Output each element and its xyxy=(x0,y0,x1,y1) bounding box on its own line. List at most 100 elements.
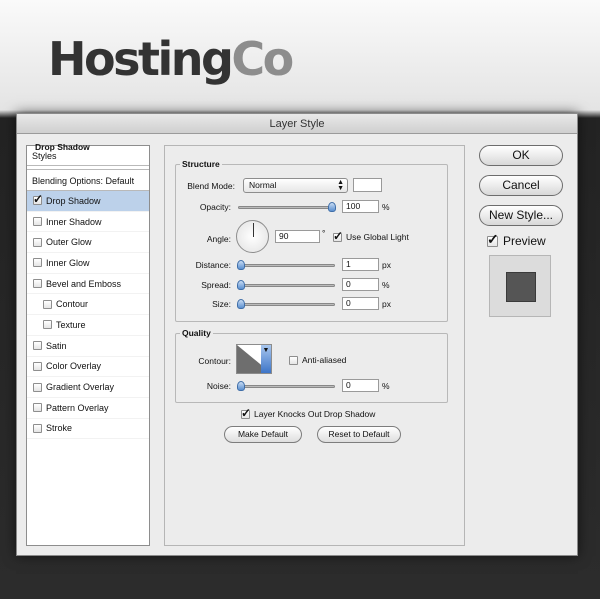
style-item-checkbox[interactable] xyxy=(33,403,42,413)
angle-dial[interactable] xyxy=(236,220,269,253)
make-default-button[interactable]: Make Default xyxy=(224,426,302,443)
blend-mode-label: Blend Mode: xyxy=(187,181,235,191)
logo-text-hosting: Hosting xyxy=(48,32,234,86)
noise-slider[interactable] xyxy=(237,381,335,391)
noise-input[interactable]: 0 xyxy=(342,379,379,392)
new-style-button[interactable]: New Style... xyxy=(479,205,563,226)
opacity-input[interactable]: 100 xyxy=(342,200,379,213)
preview-checkbox[interactable] xyxy=(487,231,499,248)
style-item-outer-glow[interactable]: Outer Glow xyxy=(27,232,149,254)
dialog-title: Layer Style xyxy=(17,114,577,134)
style-item-bevel-and-emboss[interactable]: Bevel and Emboss xyxy=(27,274,149,295)
style-item-label: Color Overlay xyxy=(46,361,102,372)
knockout-option[interactable]: Layer Knocks Out Drop Shadow xyxy=(241,406,376,420)
select-arrows-icon: ▲ ▼ xyxy=(337,179,344,192)
style-item-pattern-overlay[interactable]: Pattern Overlay xyxy=(27,398,149,419)
size-label: Size: xyxy=(212,299,231,309)
logo-text-co: Co xyxy=(231,32,294,86)
style-item-color-overlay[interactable]: Color Overlay xyxy=(27,357,149,378)
distance-input[interactable]: 1 xyxy=(342,258,379,271)
quality-group: Quality xyxy=(175,328,448,403)
spread-input[interactable]: 0 xyxy=(342,278,379,291)
style-item-checkbox[interactable] xyxy=(43,299,52,309)
style-item-checkbox[interactable] xyxy=(33,192,43,206)
style-item-label: Contour xyxy=(56,299,89,310)
angle-input[interactable]: 90 xyxy=(275,230,320,243)
style-item-label: Inner Glow xyxy=(46,257,90,268)
style-item-checkbox[interactable] xyxy=(33,258,42,268)
blending-options-item[interactable]: Blending Options: Default xyxy=(27,169,149,191)
anti-aliased-option[interactable]: Anti-aliased xyxy=(289,355,346,365)
style-item-checkbox[interactable] xyxy=(33,237,42,247)
ok-button[interactable]: OK xyxy=(479,145,563,166)
style-item-inner-glow[interactable]: Inner Glow xyxy=(27,253,149,274)
angle-label: Angle: xyxy=(206,234,231,244)
opacity-label: Opacity: xyxy=(199,202,231,212)
style-item-checkbox[interactable] xyxy=(33,382,42,392)
anti-aliased-checkbox[interactable] xyxy=(289,355,298,365)
hostingco-logo: HostingCo xyxy=(48,32,294,86)
quality-label: Quality xyxy=(180,328,213,338)
noise-label: Noise: xyxy=(206,381,231,391)
layer-style-dialog: Layer Style Styles Blending Options: Def… xyxy=(16,113,578,556)
style-item-label: Drop Shadow xyxy=(46,195,101,206)
opacity-slider[interactable] xyxy=(238,202,336,212)
style-item-checkbox[interactable] xyxy=(33,217,42,227)
spread-unit: % xyxy=(382,280,390,290)
noise-unit: % xyxy=(382,381,390,391)
opacity-slider-thumb[interactable] xyxy=(328,202,336,212)
size-slider-thumb[interactable] xyxy=(237,299,245,309)
style-item-label: Pattern Overlay xyxy=(46,402,109,413)
contour-label: Contour: xyxy=(198,356,231,366)
style-item-inner-shadow[interactable]: Inner Shadow xyxy=(27,212,149,233)
style-item-label: Texture xyxy=(56,319,86,330)
contour-picker[interactable]: ▼ xyxy=(236,344,272,374)
style-item-gradient-overlay[interactable]: Gradient Overlay xyxy=(27,377,149,398)
cancel-button[interactable]: Cancel xyxy=(479,175,563,196)
style-item-checkbox[interactable] xyxy=(43,320,52,330)
distance-slider-thumb[interactable] xyxy=(237,260,245,270)
style-item-checkbox[interactable] xyxy=(33,423,42,433)
angle-unit: ° xyxy=(322,228,326,238)
contour-dropdown-arrow-icon[interactable]: ▼ xyxy=(261,345,271,373)
blend-mode-select[interactable]: Normal ▲ ▼ xyxy=(243,178,348,193)
preview-option[interactable]: Preview xyxy=(487,231,546,248)
styles-panel: Styles Blending Options: Default Drop Sh… xyxy=(26,145,150,546)
style-item-checkbox[interactable] xyxy=(33,361,42,371)
angle-dial-hand xyxy=(253,223,254,237)
knockout-label: Layer Knocks Out Drop Shadow xyxy=(254,409,376,419)
style-item-label: Gradient Overlay xyxy=(46,382,115,393)
style-item-label: Stroke xyxy=(46,423,73,434)
shadow-color-swatch[interactable] xyxy=(353,178,382,192)
global-light-checkbox[interactable] xyxy=(333,229,343,243)
knockout-checkbox[interactable] xyxy=(241,406,251,420)
noise-slider-thumb[interactable] xyxy=(237,381,245,391)
opacity-unit: % xyxy=(382,202,390,212)
reset-to-default-button[interactable]: Reset to Default xyxy=(317,426,401,443)
preview-swatch xyxy=(506,272,536,302)
preview-label: Preview xyxy=(503,234,546,248)
style-item-label: Outer Glow xyxy=(46,237,92,248)
style-item-checkbox[interactable] xyxy=(33,341,42,351)
distance-unit: px xyxy=(382,260,391,270)
size-unit: px xyxy=(382,299,391,309)
style-item-contour[interactable]: Contour xyxy=(27,294,149,316)
style-item-stroke[interactable]: Stroke xyxy=(27,419,149,440)
style-item-drop-shadow[interactable]: Drop Shadow xyxy=(27,191,149,212)
size-slider[interactable] xyxy=(237,299,335,309)
distance-slider[interactable] xyxy=(237,260,335,270)
style-item-satin[interactable]: Satin xyxy=(27,336,149,357)
style-preview xyxy=(489,255,551,317)
anti-aliased-label: Anti-aliased xyxy=(302,355,347,365)
global-light-option[interactable]: Use Global Light xyxy=(333,229,409,243)
style-item-checkbox[interactable] xyxy=(33,279,42,289)
global-light-label: Use Global Light xyxy=(346,232,409,242)
structure-label: Structure xyxy=(180,159,222,169)
spread-slider[interactable] xyxy=(237,280,335,290)
style-item-label: Bevel and Emboss xyxy=(46,278,122,289)
size-input[interactable]: 0 xyxy=(342,297,379,310)
style-item-label: Inner Shadow xyxy=(46,216,102,227)
spread-slider-thumb[interactable] xyxy=(237,280,245,290)
style-item-texture[interactable]: Texture xyxy=(27,315,149,336)
style-item-label: Satin xyxy=(46,340,67,351)
